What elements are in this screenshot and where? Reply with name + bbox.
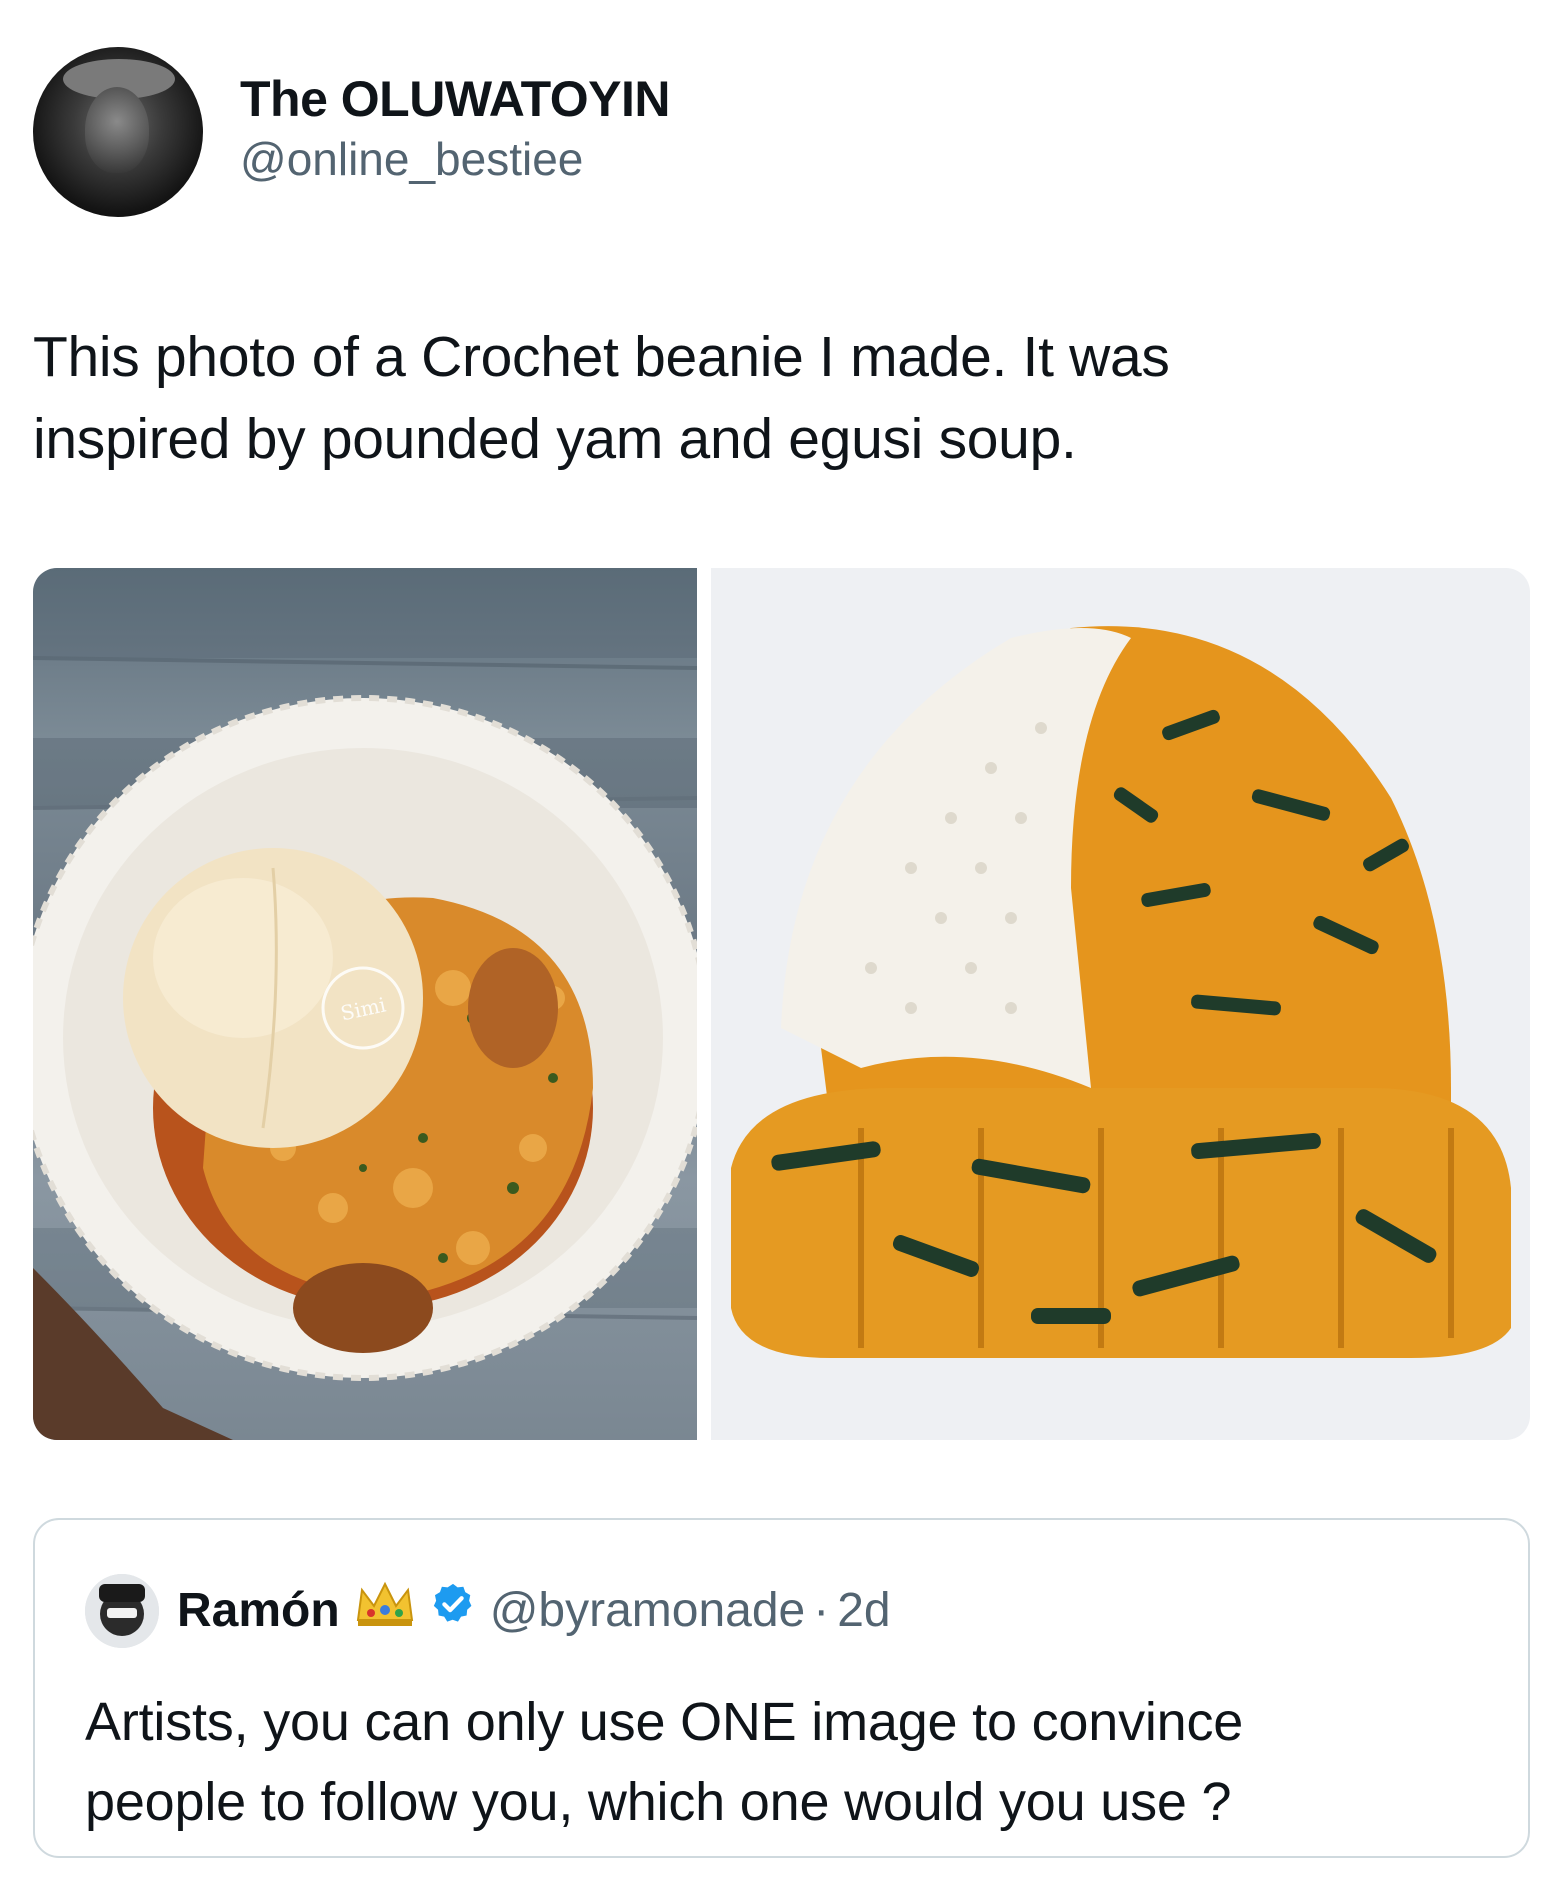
quoted-handle[interactable]: @byramonade [490,1582,806,1640]
tweet-text: This photo of a Crochet beanie I made. I… [33,316,1493,480]
crochet-beanie-icon [731,626,1511,1358]
tweet-media: Simi [33,568,1530,1440]
quoted-tweet-header: Ramón @byramonade · 2d [85,1574,891,1648]
author-handle[interactable]: @online_bestiee [240,130,670,188]
quoted-text-line: people to follow you, which one would yo… [85,1772,1232,1832]
user-avatar[interactable] [33,47,203,217]
author-names: The OLUWATOYIN @online_bestiee [240,68,671,188]
tweet-text-line: inspired by pounded yam and egusi soup. [33,407,1077,471]
quoted-user-avatar[interactable] [85,1574,159,1648]
media-image-beanie[interactable] [711,568,1530,1440]
crown-emoji-icon [354,1580,416,1642]
media-image-food[interactable]: Simi [33,568,697,1440]
media-gap [697,568,711,1440]
separator-dot: · [813,1584,830,1637]
tweet-header: The OLUWATOYIN @online_bestiee [33,47,671,217]
quoted-tweet-card[interactable]: Ramón @byramonade · 2d Artists, you can … [33,1518,1530,1858]
quoted-avatar-icon [85,1574,159,1648]
quoted-timestamp[interactable]: 2d [837,1582,890,1640]
author-display-name[interactable]: The OLUWATOYIN [240,68,671,130]
quoted-text-line: Artists, you can only use ONE image to c… [85,1692,1244,1752]
tweet-text-line: This photo of a Crochet beanie I made. I… [33,325,1170,389]
verified-badge-icon [430,1581,476,1641]
avatar-face-shape [85,87,149,173]
quoted-display-name[interactable]: Ramón [177,1582,340,1640]
pounded-yam-egusi-icon: Simi [33,568,697,1440]
quoted-tweet-text: Artists, you can only use ONE image to c… [85,1682,1485,1842]
